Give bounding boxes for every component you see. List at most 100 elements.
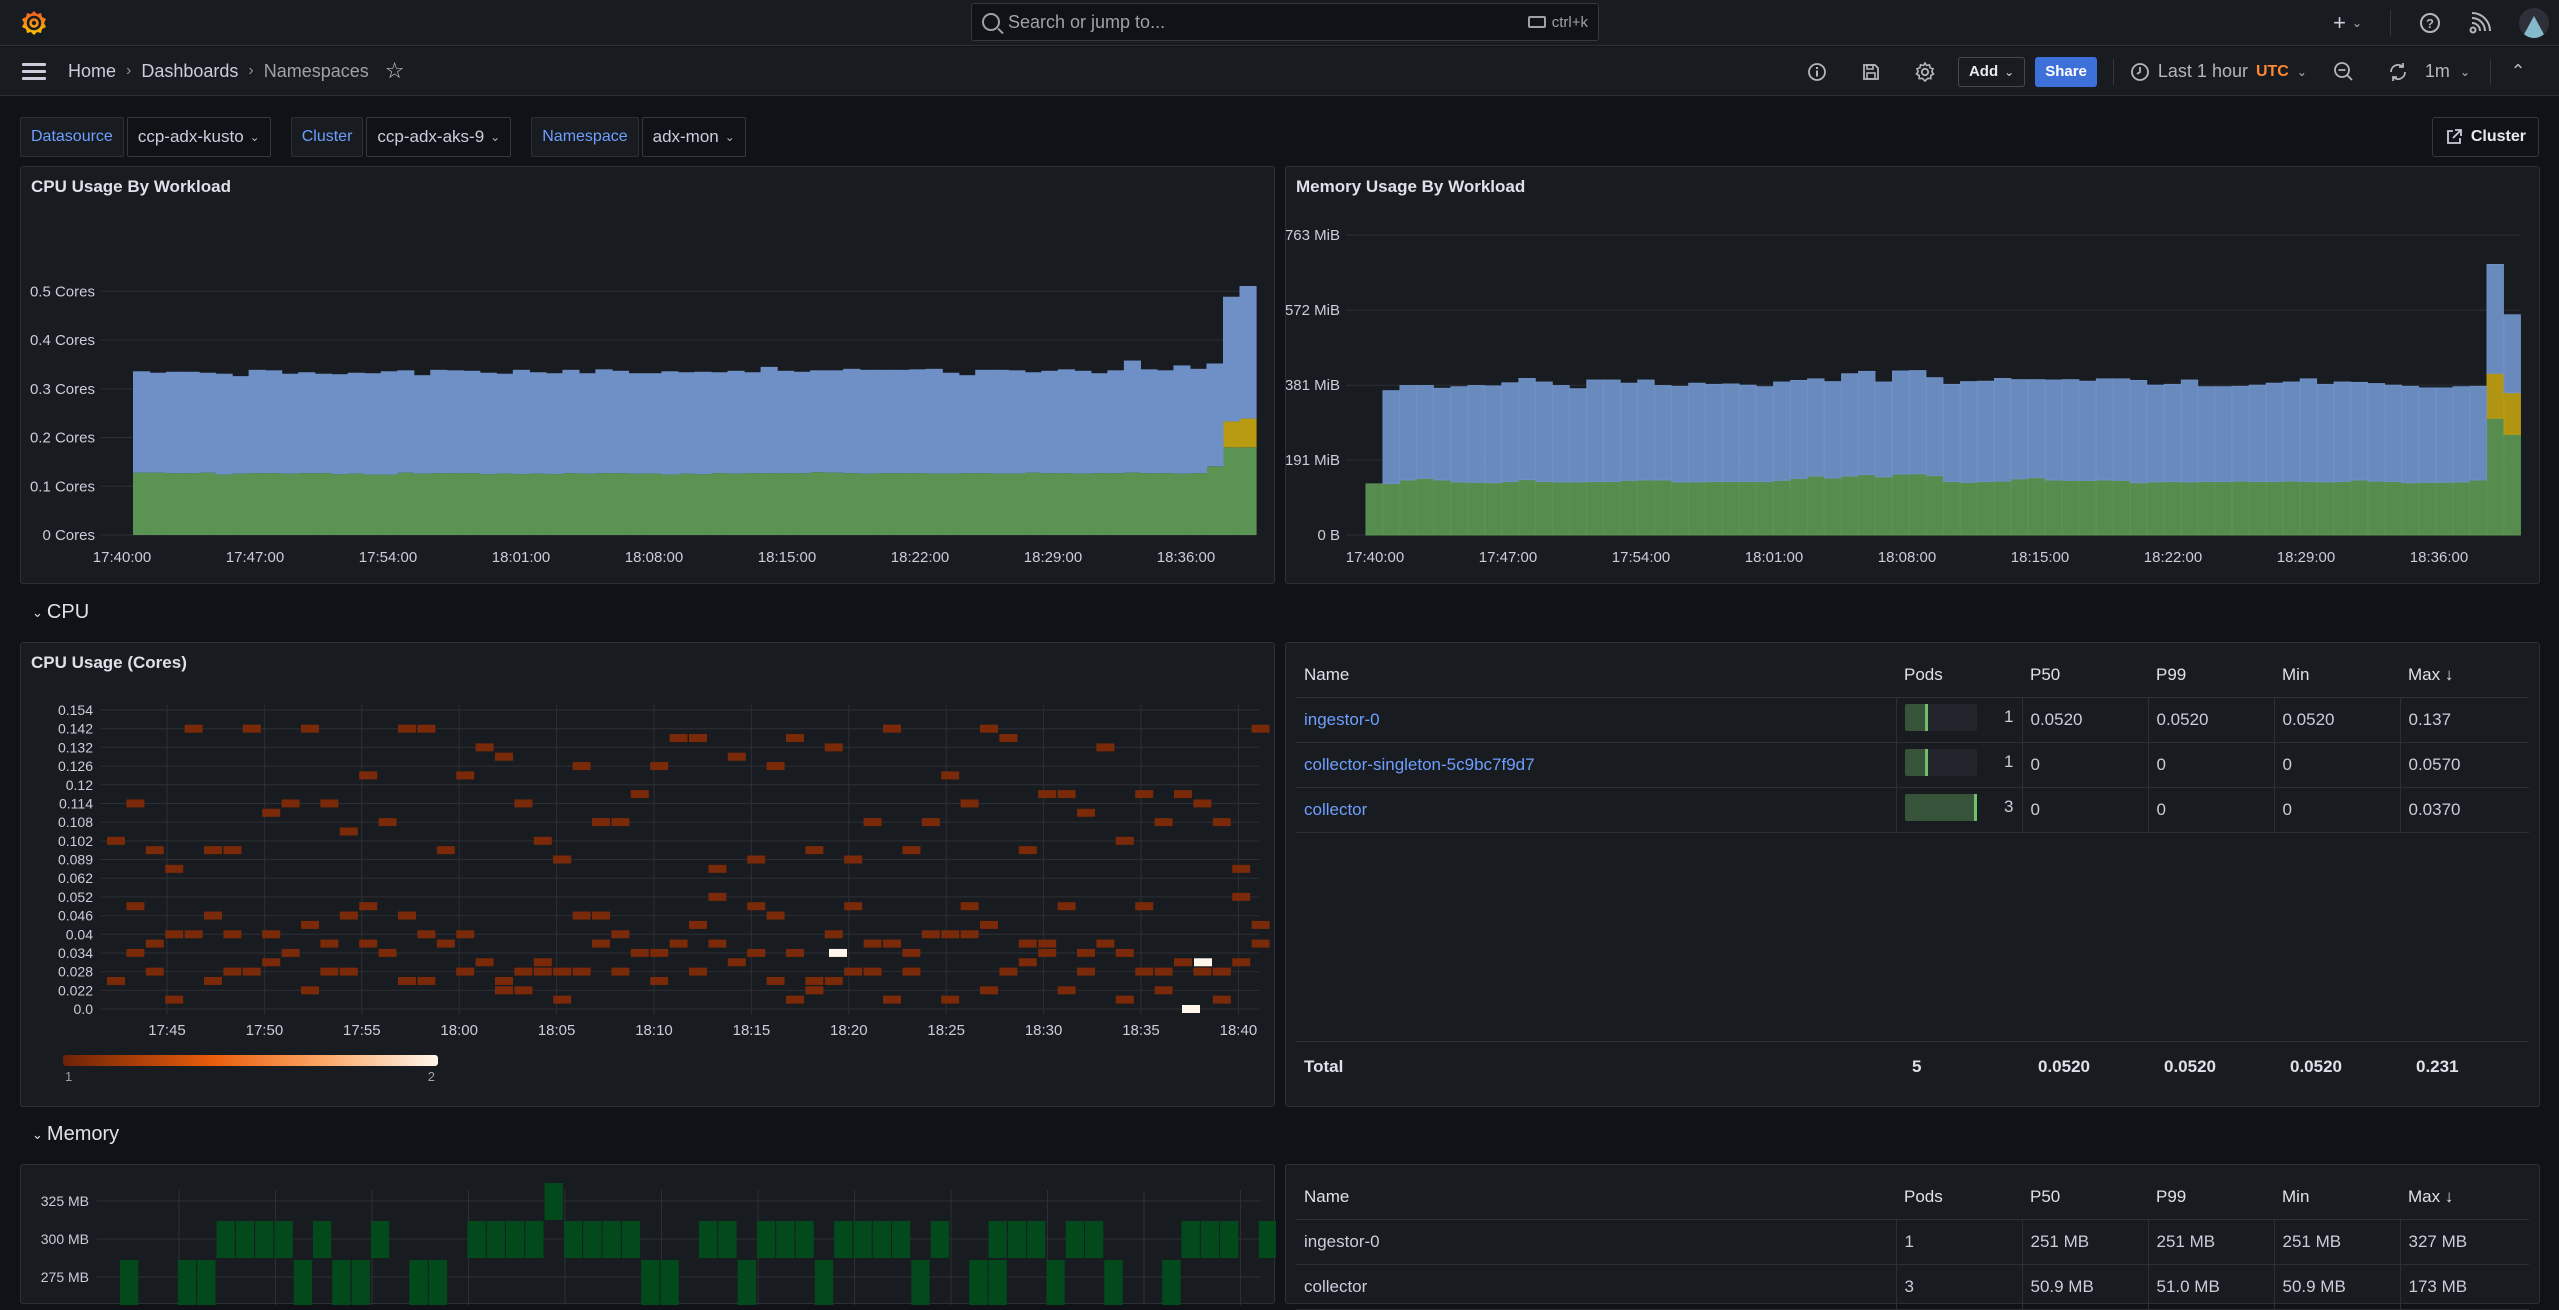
new-menu-button[interactable]: + ⌄ bbox=[2333, 10, 2362, 36]
heatmap-cell bbox=[911, 1260, 930, 1305]
data-bar-collector bbox=[1688, 481, 1706, 536]
data-bar-collector bbox=[1552, 481, 1570, 536]
column-header-max[interactable]: Max ↓ bbox=[2400, 653, 2529, 698]
heatmap-cell bbox=[553, 855, 572, 864]
min-cell: 251 MB bbox=[2273, 1219, 2400, 1265]
menu-toggle-button[interactable] bbox=[22, 62, 46, 80]
column-header-p99[interactable]: P99 bbox=[2148, 1175, 2274, 1220]
news-button[interactable] bbox=[2469, 12, 2491, 34]
cluster-dashboard-link[interactable]: Cluster bbox=[2431, 117, 2539, 157]
user-avatar[interactable] bbox=[2519, 8, 2549, 38]
favorite-star-icon[interactable]: ☆ bbox=[385, 58, 405, 84]
zoom-out-button[interactable] bbox=[2317, 47, 2371, 96]
data-bar-collector bbox=[2061, 479, 2080, 536]
data-bar-ingestor-0 bbox=[991, 369, 1009, 474]
share-button[interactable]: Share bbox=[2035, 56, 2097, 87]
workload-name: collector bbox=[1296, 787, 1896, 833]
data-bar-ingestor-0 bbox=[1705, 383, 1723, 483]
data-bar-ingestor-0 bbox=[2299, 378, 2318, 483]
cpu-usage-heatmap[interactable]: 0.0 0.022 0.028 0.034 0.04 0.046 0.052 0.062 0.0… bbox=[21, 643, 1276, 1108]
datasource-select[interactable]: ccp-adx-kusto ⌄ bbox=[126, 117, 271, 157]
column-header-min[interactable]: Min bbox=[2274, 653, 2400, 698]
data-bar-collector bbox=[644, 473, 663, 535]
column-header-p99[interactable]: P99 bbox=[2148, 653, 2274, 698]
namespace-select[interactable]: adx-mon ⌄ bbox=[641, 117, 746, 157]
data-bar-collector bbox=[744, 473, 762, 535]
pods-bar-fill bbox=[1904, 793, 1977, 821]
cluster-select[interactable]: ccp-adx-aks-9 ⌄ bbox=[366, 117, 512, 157]
data-bar-collector bbox=[1637, 479, 1655, 536]
heatmap-cell bbox=[204, 976, 222, 985]
refresh-button[interactable] bbox=[2371, 47, 2425, 96]
column-header-max[interactable]: Max ↓ bbox=[2400, 1175, 2529, 1220]
y-tick-label: 0.046 bbox=[58, 908, 93, 924]
cpu-usage-by-workload-chart[interactable]: 0 Cores 0.1 Cores 0.2 Cores 0.3 Cores 0.4 Co… bbox=[21, 167, 1276, 585]
data-bar-collector bbox=[149, 472, 167, 535]
workload-link[interactable]: collector bbox=[1304, 800, 1367, 819]
grafana-logo-icon[interactable] bbox=[20, 9, 48, 37]
add-panel-button[interactable]: Add ⌄ bbox=[1957, 56, 2026, 87]
p99-cell: 0 bbox=[2147, 787, 2274, 833]
search-input[interactable]: Search or jump to... ctrl+k bbox=[971, 3, 1599, 41]
collapse-toolbar-button[interactable]: ⌃ bbox=[2491, 47, 2545, 96]
data-bar-collector bbox=[1189, 473, 1208, 535]
heatmap-cell bbox=[436, 939, 455, 948]
y-tick-label: 0.114 bbox=[59, 795, 93, 811]
min-cell: 50.9 MB bbox=[2273, 1264, 2400, 1310]
heatmap-cell bbox=[184, 930, 203, 939]
row-toggle-cpu[interactable]: ⌄ CPU bbox=[32, 601, 89, 624]
refresh-interval-picker[interactable]: 1m ⌄ bbox=[2425, 61, 2470, 82]
data-bar-collector-singleton bbox=[1222, 421, 1241, 448]
column-header-name[interactable]: Name bbox=[1296, 1175, 1896, 1220]
heatmap-cell bbox=[883, 724, 901, 733]
max-cell: 0.137 bbox=[2399, 697, 2529, 743]
column-header-name[interactable]: Name bbox=[1296, 653, 1896, 698]
column-header-min[interactable]: Min bbox=[2274, 1175, 2400, 1220]
data-bar-ingestor-0 bbox=[1586, 379, 1604, 483]
data-bar-ingestor-0 bbox=[545, 373, 563, 475]
heatmap-cell bbox=[514, 967, 533, 976]
y-tick-label: 0.028 bbox=[58, 964, 93, 980]
memory-usage-by-workload-chart[interactable]: 0 B 191 MiB 381 MiB 572 MiB 763 MiB 17:40:00 1… bbox=[1286, 167, 2541, 585]
variable-label: Cluster bbox=[290, 117, 364, 157]
time-range-picker[interactable]: Last 1 hour UTC ⌄ bbox=[2130, 61, 2307, 82]
data-bar-ingestor-0 bbox=[2163, 383, 2182, 483]
data-bar-collector bbox=[1484, 482, 1502, 536]
data-bar-collector bbox=[1959, 481, 1978, 536]
breadcrumb-dashboards[interactable]: Dashboards bbox=[141, 61, 238, 82]
save-dashboard-button[interactable] bbox=[1844, 47, 1898, 96]
workload-link[interactable]: ingestor-0 bbox=[1304, 710, 1380, 729]
data-bar-collector bbox=[1739, 481, 1757, 536]
template-variables: Datasource ccp-adx-kusto ⌄ Cluster ccp-ad… bbox=[20, 117, 746, 157]
dashboard-info-button[interactable] bbox=[1790, 47, 1844, 96]
workload-name[interactable]: ingestor-0 bbox=[1296, 1219, 1896, 1265]
row-toggle-memory[interactable]: ⌄ Memory bbox=[32, 1123, 119, 1146]
refresh-icon bbox=[2390, 62, 2406, 81]
data-bar-ingestor-0 bbox=[1756, 386, 1774, 483]
column-header-p50[interactable]: P50 bbox=[2022, 653, 2148, 698]
memory-usage-heatmap[interactable]: 325 MB 300 MB 275 MB bbox=[21, 1165, 1276, 1305]
heatmap-cell bbox=[660, 1260, 679, 1305]
heatmap-cell bbox=[805, 846, 824, 855]
data-bar-collector bbox=[2316, 481, 2335, 536]
heatmap-cell bbox=[1018, 958, 1037, 967]
heatmap-cell bbox=[708, 864, 727, 873]
heatmap-cell bbox=[786, 734, 804, 743]
help-button[interactable]: ? bbox=[2419, 12, 2441, 34]
p50-cell: 0 bbox=[2021, 742, 2148, 788]
heatmap-cell bbox=[339, 911, 358, 920]
heatmap-cell bbox=[553, 967, 572, 976]
heatmap-cell bbox=[242, 967, 261, 976]
column-header-pods[interactable]: Pods bbox=[1896, 1175, 2022, 1220]
workload-name[interactable]: collector bbox=[1296, 1264, 1896, 1310]
data-bar-collector bbox=[2435, 481, 2453, 536]
data-bar-ingestor-0 bbox=[1943, 383, 1961, 483]
column-header-pods[interactable]: Pods bbox=[1896, 653, 2022, 698]
breadcrumb-home[interactable]: Home bbox=[68, 61, 116, 82]
heatmap-cell bbox=[572, 967, 591, 976]
workload-link[interactable]: collector-singleton-5c9bc7f9d7 bbox=[1304, 755, 1535, 774]
data-bar-ingestor-0 bbox=[1620, 382, 1638, 481]
dashboard-settings-button[interactable] bbox=[1898, 47, 1952, 96]
heatmap-cell bbox=[1038, 948, 1057, 957]
column-header-p50[interactable]: P50 bbox=[2022, 1175, 2148, 1220]
